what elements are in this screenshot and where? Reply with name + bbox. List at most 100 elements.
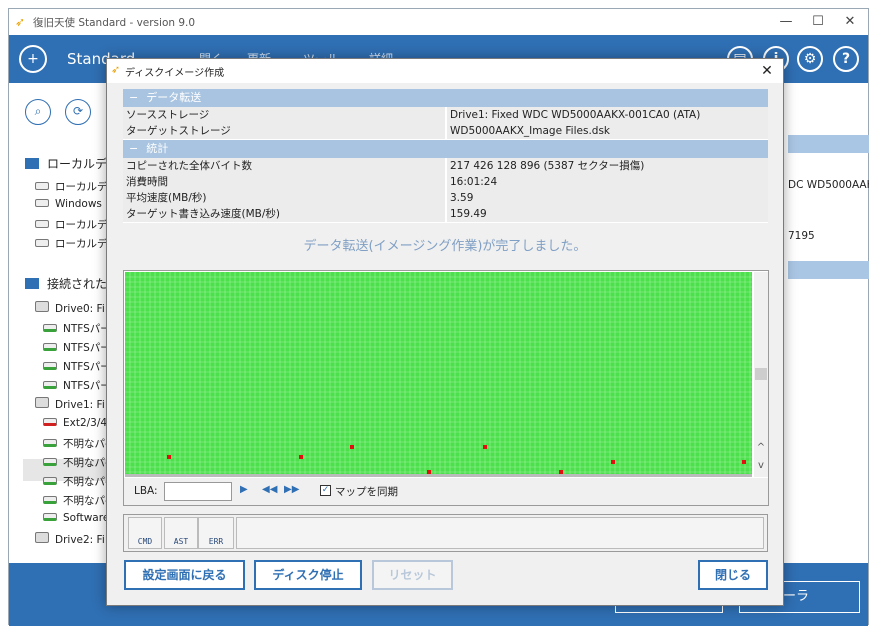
sector-map-end — [125, 474, 752, 477]
rewind-icon[interactable]: ◀◀ — [262, 484, 277, 495]
stop-disk-button[interactable]: ディスク停止 — [254, 560, 362, 590]
legend-ast: AST — [164, 517, 198, 549]
close-button[interactable]: ✕ — [833, 11, 867, 33]
sidebar-item-label: Ext2/3/4/ — [63, 417, 111, 429]
sidebar-item-local-1[interactable]: ローカルデ — [35, 179, 108, 194]
collapse-icon: − — [129, 142, 139, 155]
partition-icon — [43, 458, 57, 466]
sidebar-item-partition[interactable]: NTFSパー — [43, 378, 111, 393]
sidebar: ⌕ ⟳ ローカルデ ローカルデ Windows ローカルデ ローカルデ 接続され… — [9, 83, 111, 563]
right-panel-header — [788, 135, 869, 153]
help-icon[interactable]: ? — [833, 46, 859, 72]
sidebar-item-partition[interactable]: NTFSパー — [43, 359, 111, 374]
sidebar-item-partition[interactable]: NTFSパー — [43, 321, 111, 336]
fast-forward-icon[interactable]: ▶▶ — [284, 484, 299, 495]
info-row: 消費時間 16:01:24 — [123, 174, 768, 190]
bad-sector-block — [559, 470, 563, 474]
sidebar-item-local-3[interactable]: ローカルデ — [35, 217, 108, 232]
sidebar-item-label: NTFSパー — [63, 361, 111, 373]
storage-icon — [25, 278, 39, 289]
status-message: データ転送(イメージング作業)が完了しました。 — [303, 239, 587, 254]
info-row: コピーされた全体バイト数 217 426 128 896 (5387 セクター損傷… — [123, 158, 768, 174]
row-value: Drive1: Fixed WDC WD5000AAKX-001CA0 (ATA… — [447, 107, 768, 123]
sidebar-item-software[interactable]: Software — [43, 512, 109, 524]
right-panel-value: 7195 — [788, 230, 815, 242]
minimize-button[interactable]: — — [769, 11, 803, 33]
row-label: ソースストレージ — [123, 107, 445, 123]
partition-icon — [43, 381, 57, 389]
sidebar-item-drive0[interactable]: Drive0: Fi — [35, 301, 105, 315]
sector-map[interactable] — [125, 272, 752, 477]
map-scrollbar[interactable]: ^ v — [754, 272, 768, 477]
info-panel: − データ転送 ソースストレージ Drive1: Fixed WDC WD5000A… — [123, 89, 768, 223]
row-value: 16:01:24 — [447, 174, 768, 190]
legend-panel: CMD AST ERR — [123, 514, 768, 552]
partition-icon — [43, 343, 57, 351]
sidebar-item-drive2[interactable]: Drive2: Fi — [35, 532, 105, 546]
sidebar-item-label: Windows — [55, 198, 102, 210]
right-panel-header-2 — [788, 261, 869, 279]
sync-map-checkbox[interactable]: ✓ — [320, 485, 331, 496]
section-title: 統計 — [146, 142, 169, 155]
hdd-icon — [35, 532, 49, 543]
app-logo-icon: ➶ — [15, 15, 26, 29]
sidebar-item-local-4[interactable]: ローカルデ — [35, 236, 108, 251]
search-icon[interactable]: ⌕ — [25, 99, 51, 125]
row-value: 159.49 — [447, 206, 768, 222]
sidebar-item-drive1[interactable]: Drive1: Fi — [35, 397, 105, 411]
right-panel-drive-model: DC WD5000AAK — [788, 179, 869, 191]
row-value: 217 426 128 896 (5387 セクター損傷) — [447, 158, 768, 174]
scan-icon[interactable]: ⟳ — [65, 99, 91, 125]
partition-icon — [43, 418, 57, 426]
row-label: コピーされた全体バイト数 — [123, 158, 445, 174]
sidebar-item-label: 不明なパ- — [63, 438, 109, 450]
dialog-close-button[interactable]: ✕ — [753, 59, 781, 83]
bad-sector-block — [483, 445, 487, 449]
scrollbar-thumb[interactable] — [755, 368, 767, 380]
lba-input[interactable] — [164, 482, 232, 501]
sidebar-item-label: Drive1: Fi — [55, 399, 105, 411]
sidebar-item-partition[interactable]: NTFSパー — [43, 340, 111, 355]
hdd-icon — [35, 301, 49, 312]
sidebar-item-label: 不明なパ- — [63, 495, 109, 507]
row-value: WD5000AAKX_Image Files.dsk — [447, 123, 768, 139]
sidebar-item-label: 不明なパ- — [63, 457, 109, 469]
app-logo-icon: + — [19, 45, 47, 73]
sidebar-item-label: Drive0: Fi — [55, 303, 105, 315]
map-controls: LBA: ▶ ◀◀ ▶▶ ✓ マップを同期 — [124, 478, 768, 505]
scroll-down-icon[interactable]: v — [754, 460, 768, 471]
sidebar-section-local: ローカルデ — [25, 155, 107, 172]
partition-icon — [43, 324, 57, 332]
sidebar-item-label: Software — [63, 512, 110, 524]
partition-icon — [43, 362, 57, 370]
sidebar-item-partition[interactable]: 不明なパ- — [43, 493, 109, 508]
raid-icon — [43, 513, 57, 521]
title-bar: ➶ 復旧天使 Standard - version 9.0 — ☐ ✕ — [9, 9, 868, 35]
info-row: ターゲット書き込み速度(MB/秒) 159.49 — [123, 206, 768, 222]
lba-label: LBA: — [134, 485, 158, 497]
close-dialog-button[interactable]: 閉じる — [698, 560, 768, 590]
sidebar-item-partition[interactable]: Ext2/3/4/ — [43, 417, 111, 429]
bad-sector-block — [427, 470, 431, 474]
section-transfer-header[interactable]: − データ転送 — [123, 89, 768, 107]
bad-sector-block — [742, 460, 746, 464]
bad-sector-block — [611, 460, 615, 464]
row-label: ターゲットストレージ — [123, 123, 445, 139]
sidebar-item-partition[interactable]: 不明なパ- — [43, 436, 109, 451]
play-icon[interactable]: ▶ — [240, 484, 248, 495]
bad-sector-block — [299, 455, 303, 459]
section-stats-header[interactable]: − 統計 — [123, 140, 768, 158]
sidebar-item-label: NTFSパー — [63, 380, 111, 392]
gear-icon[interactable]: ⚙ — [797, 46, 823, 72]
scroll-up-icon[interactable]: ^ — [754, 442, 768, 453]
sector-map-panel: ^ v LBA: ▶ ◀◀ ▶▶ ✓ マップを同期 — [123, 270, 769, 506]
sidebar-item-partition[interactable]: 不明なパ- — [43, 474, 109, 489]
sidebar-item-label: NTFSパー — [63, 323, 111, 335]
sidebar-item-windows[interactable]: Windows — [35, 198, 102, 210]
reset-button[interactable]: リセット — [372, 560, 453, 590]
maximize-button[interactable]: ☐ — [801, 11, 835, 33]
back-to-settings-button[interactable]: 設定画面に戻る — [124, 560, 245, 590]
dialog-title: ディスクイメージ作成 — [125, 68, 225, 79]
sidebar-item-partition[interactable]: 不明なパ- — [43, 455, 109, 470]
sync-map-label: マップを同期 — [335, 486, 398, 498]
